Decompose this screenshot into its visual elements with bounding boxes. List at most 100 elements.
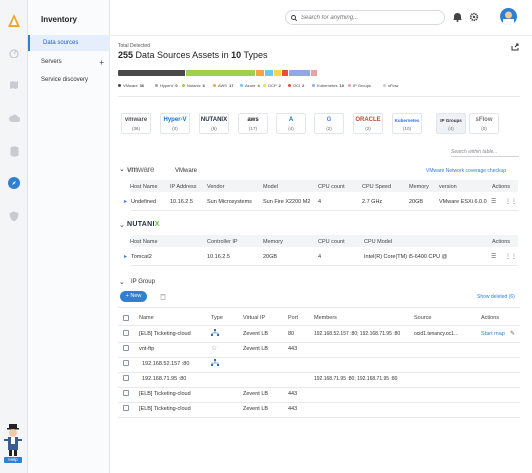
ip-group-name[interactable]: [ELB] Ticketing-cloud: [139, 391, 191, 397]
legend-dot: [118, 84, 121, 87]
subnav-item-data-sources[interactable]: Data sources: [28, 35, 110, 51]
select-all-checkbox[interactable]: [123, 315, 129, 321]
expand-plus-icon[interactable]: +: [99, 58, 104, 67]
row-checkbox[interactable]: [123, 405, 129, 411]
cloud-icon[interactable]: [7, 111, 21, 125]
row-checkbox[interactable]: [123, 345, 129, 351]
global-search[interactable]: [285, 10, 445, 25]
column-header: Members: [314, 315, 337, 321]
table-cell: Tomcat2: [131, 254, 152, 260]
tile-logo: vmware: [124, 116, 148, 123]
subnav-item-servers[interactable]: Servers +: [28, 54, 110, 70]
data-source-tile[interactable]: ORACLE (2): [353, 113, 383, 134]
ip-group-name[interactable]: 192.168.52.157 :80: [142, 361, 189, 367]
legend-label: Nutanix: [187, 83, 201, 88]
trash-icon[interactable]: [160, 293, 166, 302]
logo-icon[interactable]: [7, 14, 21, 28]
row-checkbox[interactable]: [123, 330, 129, 336]
table-cell: 10.16.2.5: [170, 199, 193, 205]
data-source-tile[interactable]: NUTANIX (6): [199, 113, 229, 134]
row-checkbox[interactable]: [123, 360, 129, 366]
collapse-chevron-icon[interactable]: ⌄: [119, 278, 125, 286]
column-header: Model: [263, 184, 278, 190]
ip-group-name[interactable]: 192.168.71.95 :80: [142, 376, 186, 382]
data-source-tile[interactable]: IP Groups (4): [436, 113, 466, 134]
help-button[interactable]: Help: [4, 457, 22, 463]
collapse-chevron-icon[interactable]: ⌄: [119, 221, 125, 229]
legend-item: GCP 2: [263, 83, 281, 88]
legend-count: 36: [139, 83, 145, 88]
expand-row-icon[interactable]: ▸: [124, 253, 127, 260]
table-filter-input[interactable]: Search within table...: [451, 149, 519, 157]
legend-dot: [182, 84, 185, 87]
legend-dot: [240, 84, 243, 87]
total-count: 255: [118, 50, 134, 60]
top-bar: [110, 0, 532, 36]
row-divider: [118, 342, 520, 343]
data-source-tile[interactable]: vmware (36): [121, 113, 151, 134]
column-header: Memory: [263, 239, 283, 245]
map-icon[interactable]: [7, 78, 21, 92]
data-source-tile[interactable]: aws (17): [238, 113, 268, 134]
subnav-item-service-discovery[interactable]: Service discovery: [28, 72, 110, 88]
share-icon[interactable]: [511, 43, 519, 53]
new-button[interactable]: + New: [120, 291, 147, 302]
tile-count: (10): [402, 125, 411, 131]
expand-row-icon[interactable]: ▸: [124, 198, 127, 205]
data-source-tile[interactable]: Kubernetes (10): [392, 113, 422, 134]
tile-count: (4): [288, 125, 294, 131]
search-input[interactable]: [301, 14, 431, 21]
collapse-chevron-icon[interactable]: ⌄: [119, 165, 125, 173]
legend-label: GCP: [268, 83, 277, 88]
show-deleted-link[interactable]: Show deleted (6): [477, 294, 515, 300]
gear-icon[interactable]: [469, 12, 479, 24]
legend-count: 6: [202, 83, 205, 88]
distribution-segment: [256, 70, 265, 76]
shield-icon[interactable]: [7, 209, 21, 223]
database-icon[interactable]: [7, 144, 21, 158]
legend-label: HyperV: [160, 83, 174, 88]
table-cell: Undefined: [131, 199, 157, 205]
data-source-tile[interactable]: A (4): [276, 113, 306, 134]
network-coverage-link[interactable]: VMware Network coverage checkup: [426, 168, 506, 174]
ip-group-name[interactable]: vnt-ftp: [139, 346, 154, 352]
ip-group-name[interactable]: [ELB] Ticketing-cloud: [139, 331, 191, 337]
grid-icon[interactable]: ⋮⋮: [505, 253, 517, 260]
user-avatar[interactable]: [500, 8, 517, 25]
bell-icon[interactable]: [453, 12, 462, 24]
summary-text: Data Sources Assets in: [135, 50, 229, 60]
distribution-segment: [273, 70, 282, 76]
start-map-link[interactable]: Start map: [481, 331, 505, 337]
row-checkbox[interactable]: [123, 375, 129, 381]
legend-dot: [213, 84, 216, 87]
compass-icon[interactable]: [8, 177, 20, 189]
tile-logo: ORACLE: [355, 116, 381, 123]
data-source-tile[interactable]: sFlow (0): [469, 113, 499, 134]
grid-icon[interactable]: ⋮⋮: [505, 198, 517, 205]
tile-logo: G: [326, 116, 332, 123]
list-icon[interactable]: ☰: [491, 198, 496, 205]
legend-item: sFlow: [383, 83, 398, 88]
table-cell: Sun Microsystems: [207, 199, 252, 205]
ip-group-name[interactable]: [ELB] Ticketing-cloud: [139, 406, 191, 412]
tile-count: (17): [248, 125, 257, 131]
legend-label: sFlow: [388, 83, 399, 88]
edit-icon[interactable]: ✎: [510, 330, 515, 337]
dashboard-icon[interactable]: [7, 46, 21, 60]
tile-logo: sFlow: [475, 116, 493, 123]
network-icon: [211, 329, 219, 339]
data-source-tile[interactable]: G (2): [314, 113, 344, 134]
legend-count: 2: [278, 83, 281, 88]
list-icon[interactable]: ☰: [491, 253, 496, 260]
column-header: Virtual IP: [243, 315, 266, 321]
column-header: Controller IP: [207, 239, 238, 245]
legend-item: Kubernetes 10: [312, 83, 344, 88]
star-icon: ☆: [211, 345, 218, 352]
tile-count: (2): [326, 125, 332, 131]
row-checkbox[interactable]: [123, 390, 129, 396]
column-header: IP Address: [170, 184, 197, 190]
virtual-ip-cell: Zevent LB: [243, 331, 269, 337]
distribution-bar: [118, 70, 318, 76]
help-avatar[interactable]: Help: [2, 422, 24, 464]
data-source-tile[interactable]: Hyper-V (0): [160, 113, 190, 134]
